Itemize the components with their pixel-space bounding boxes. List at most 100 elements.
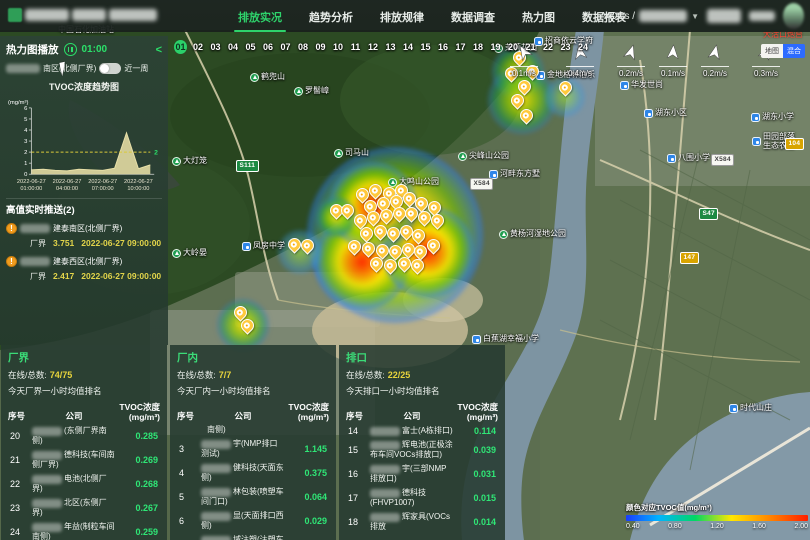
timeline-hour[interactable]: 08 [297,40,310,54]
row-rank: 4 [177,468,201,478]
table-row[interactable]: 21德科技(车间南侧厂界)0.269 [8,450,160,470]
chevron-down-icon[interactable]: ▼ [691,12,699,21]
timeline-hour[interactable]: 03 [209,40,222,54]
heatmap-timeline: 01 02 03 04 05 06 07 08 09 10 11 12 13 14 15 16 17 18 19 20… [174,40,590,54]
company-blurred [370,489,400,498]
map-type-地图[interactable]: 地图 [761,44,783,58]
table-row[interactable]: 5林包装(喷塑车间门口)0.064 [177,487,329,507]
row-company: 北区(东侧厂界) [32,498,116,518]
wind-divider [566,66,594,67]
nav-item-排放实况[interactable]: 排放实况 [238,7,282,25]
push-item[interactable]: !建泰西区(北侧厂界)厂界2.4172022-06-27 09:00:00 [6,256,162,282]
company-blurred [201,488,231,497]
company-blurred [370,427,400,436]
row-value: 0.029 [285,516,329,526]
push-value: 2.417 [53,271,74,281]
table-row[interactable]: 23北区(东侧厂界)0.267 [8,498,160,518]
table-row[interactable]: 7域注塑(注塑车间)0.012 [177,535,329,540]
pin-dot [522,112,530,120]
collapse-panel-icon[interactable]: < [156,44,162,56]
marker-pin-icon[interactable] [556,78,574,96]
timeline-hour[interactable]: 16 [437,40,450,54]
map-type-混合[interactable]: 混合 [783,44,805,58]
timeline-hour[interactable]: 21 [524,40,537,54]
pin-dot [413,262,421,270]
timeline-hour[interactable]: 13 [384,40,397,54]
timeline-hour[interactable]: 07 [279,40,292,54]
col-value: TVOC浓度 [116,402,160,412]
marker-pin-icon[interactable] [408,256,426,274]
push-item[interactable]: !建泰南区(北侧厂界)厂界3.7512022-06-27 09:00:00 [6,223,162,249]
company-blurred [32,523,62,532]
row-value: 0.268 [116,479,160,489]
online-label: 在线/总数: [346,370,385,380]
timeline-hour[interactable]: 19 [489,40,502,54]
row-rank: 20 [8,431,32,441]
table-row[interactable]: 20(东侧厂界南侧)0.285 [8,426,160,446]
svg-text:3: 3 [24,139,27,145]
nav-item-趋势分析[interactable]: 趋势分析 [309,7,353,25]
table-row[interactable]: 4健科技(天面东侧)0.375 [177,463,329,483]
col-company: 公司 [370,410,454,422]
pause-icon[interactable] [64,43,77,56]
table-row[interactable]: 17德科技(FHVP1007)0.015 [346,488,498,508]
col-no: 序号 [177,410,201,422]
marker-pin-icon[interactable] [517,106,535,124]
company-blurred [20,257,50,266]
timeline-hour[interactable]: 18 [472,40,485,54]
table-row[interactable]: 24年益(制粒车间南侧)0.259 [8,522,160,540]
playback-title: 热力图播放 [6,42,59,57]
marker-pin-icon[interactable] [298,236,316,254]
timeline-hour[interactable]: 23 [559,40,572,54]
timeline-hour[interactable]: 09 [314,40,327,54]
row-value: 0.267 [116,503,160,513]
timeline-hour[interactable]: 02 [192,40,205,54]
timeline-hour[interactable]: 04 [227,40,240,54]
timeline-hour[interactable]: 06 [262,40,275,54]
table-row[interactable]: 6显(天面排口西侧)0.029 [177,511,329,531]
row-company: 显(天面排口西侧) [201,511,285,531]
panel-title: 厂内 [177,350,329,365]
row-company: 林包装(喷塑车间门口) [201,487,285,507]
vocs-selector[interactable]: VOCs / ▼ [603,10,699,22]
legend-tick: 0.40 [626,523,640,530]
timeline-hour[interactable]: 05 [244,40,257,54]
avatar[interactable] [783,3,804,29]
row-company: 域注塑(注塑车间) [201,535,285,540]
table-row[interactable]: 3宇(NMP排口测试)1.145 [177,439,329,459]
company-blurred [201,440,231,449]
wind-divider [510,66,538,67]
pin-dot [378,247,386,255]
nav-item-数据调查[interactable]: 数据调查 [451,7,495,25]
pin-dot [400,260,408,268]
timeline-hour[interactable]: 17 [454,40,467,54]
table-row[interactable]: 15辉电池(正极涂布车间VOCs排放口)0.039 [346,440,498,460]
svg-text:2022-06-2710:00:00: 2022-06-2710:00:00 [124,179,153,192]
timeline-hour[interactable]: 12 [367,40,380,54]
pin-dot [520,83,528,91]
timeline-hour[interactable]: 22 [542,40,555,54]
table-row[interactable]: 22电池(北侧厂界)0.268 [8,474,160,494]
timeline-hour[interactable]: 11 [349,40,362,54]
nav-item-热力图[interactable]: 热力图 [522,7,555,25]
timeline-hour[interactable]: 24 [577,40,590,54]
table-row[interactable]: 16宇(三部NMP排放口)0.031 [346,464,498,484]
voc-monitoring-dashboard: 中国石化加油站鹤兜山罗髻嶂司马山大灯笼大岭晏凤房中学大鸣山公园尖峰山公园茉莉花园… [0,0,810,540]
row-value: 1.145 [285,444,329,454]
timeline-hour[interactable]: 14 [402,40,415,54]
panel-outlets: 排口 在线/总数:22/25 今天排口一小时均值排名 序号 公司 TVOC浓度(… [339,345,505,540]
tvoc-color-legend: 颜色对应TVOC值(mg/m³) 0.400.801.201.602.00 [626,502,808,530]
timeline-hour[interactable]: 01 [174,40,187,54]
row-value: 0.259 [116,527,160,537]
pin-dot [389,230,397,238]
nav-item-排放规律[interactable]: 排放规律 [380,7,424,25]
table-row[interactable]: 18辉家具(VOCs排放0.014 [346,512,498,532]
row-company: 健科技(天面东侧) [201,463,285,483]
legend-ticks: 0.400.801.201.602.00 [626,523,808,530]
timeline-hour[interactable]: 15 [419,40,432,54]
timeline-hour[interactable]: 20 [507,40,520,54]
top-nav-bar: 排放实况趋势分析排放规律数据调查热力图数据报表 VOCs / ▼ [0,0,810,32]
timeline-hour[interactable]: 10 [332,40,345,54]
table-row[interactable]: 14富士(A栋排口)0.114 [346,426,498,436]
recent-week-toggle[interactable] [99,63,121,74]
